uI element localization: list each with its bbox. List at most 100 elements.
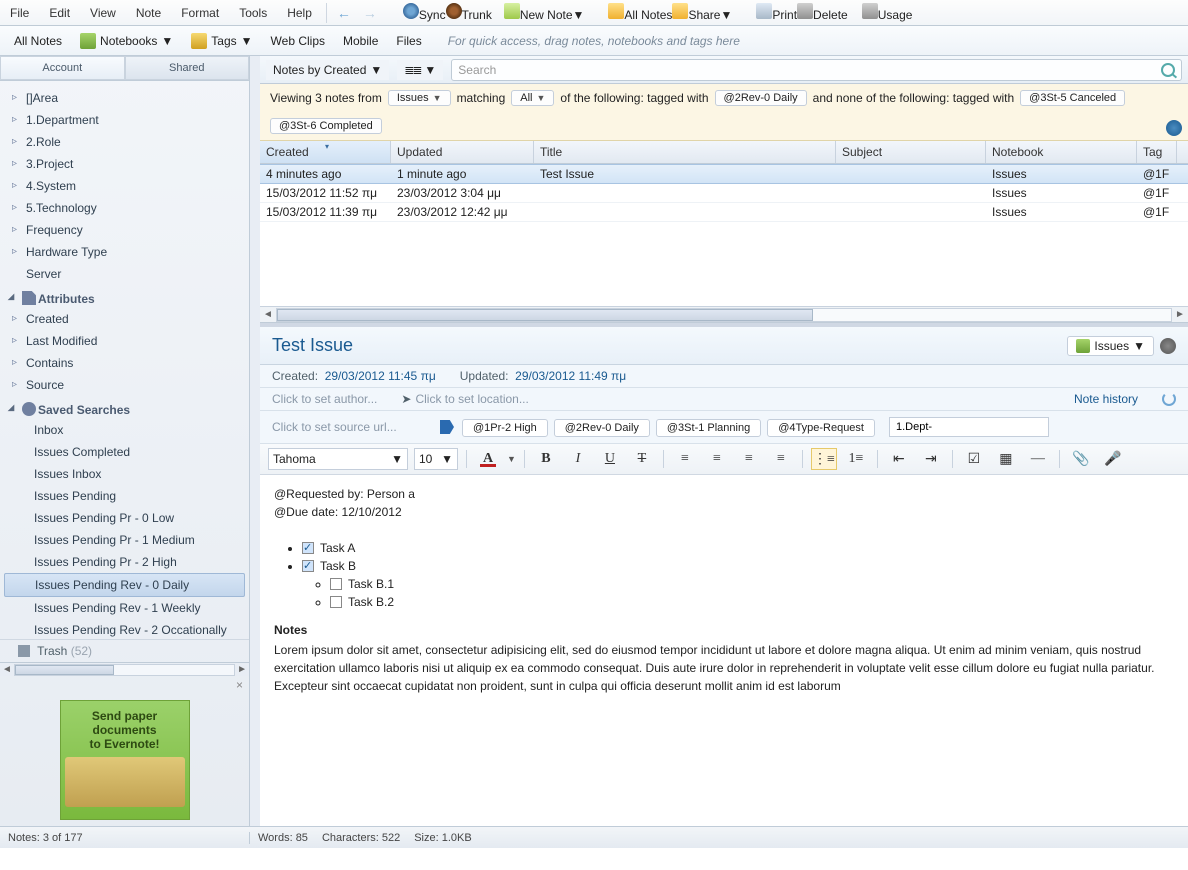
fav-webclips[interactable]: Web Clips xyxy=(265,30,331,52)
checkbox-button[interactable]: ☑ xyxy=(961,448,987,470)
author-field[interactable]: Click to set author... xyxy=(272,392,377,406)
strikethrough-button[interactable]: T xyxy=(629,448,655,470)
table-row[interactable]: 15/03/2012 11:52 πμ23/03/2012 3:04 μμIss… xyxy=(260,184,1188,203)
note-title[interactable]: Test Issue xyxy=(272,335,353,356)
align-center-button[interactable]: ≡ xyxy=(704,448,730,470)
fav-tags[interactable]: Tags▼ xyxy=(185,30,258,52)
note-tag-pill[interactable]: @3St-1 Planning xyxy=(656,419,761,437)
filter-tag-include[interactable]: @2Rev-0 Daily xyxy=(715,90,807,106)
table-row[interactable]: 15/03/2012 11:39 πμ23/03/2012 12:42 μμIs… xyxy=(260,203,1188,222)
nav-forward[interactable]: → xyxy=(357,5,383,21)
align-left-button[interactable]: ≡ xyxy=(672,448,698,470)
menu-tools[interactable]: Tools xyxy=(229,0,277,26)
usage-button[interactable]: Usage xyxy=(862,3,913,22)
menu-help[interactable]: Help xyxy=(277,0,322,26)
sidebar-item[interactable]: 3.Project xyxy=(4,153,245,175)
indent-button[interactable]: ⇥ xyxy=(918,448,944,470)
bold-button[interactable]: B xyxy=(533,448,559,470)
note-history-link[interactable]: Note history xyxy=(1074,392,1138,406)
font-family-select[interactable]: Tahoma▼ xyxy=(268,448,408,470)
sidebar-item[interactable]: 1.Department xyxy=(4,109,245,131)
location-field[interactable]: ➤Click to set location... xyxy=(401,392,528,406)
sidebar-item[interactable]: []Area xyxy=(4,87,245,109)
outdent-button[interactable]: ⇤ xyxy=(886,448,912,470)
hr-button[interactable]: — xyxy=(1025,448,1051,470)
filter-match-pill[interactable]: All▼ xyxy=(511,90,554,106)
menu-note[interactable]: Note xyxy=(126,0,171,26)
menu-file[interactable]: File xyxy=(0,0,39,26)
saved-search-item[interactable]: Issues Pending Rev - 0 Daily xyxy=(4,573,245,597)
checkbox-icon[interactable] xyxy=(302,560,314,572)
saved-search-item[interactable]: Issues Pending Pr - 2 High xyxy=(4,551,245,573)
table-button[interactable]: ▦ xyxy=(993,448,1019,470)
menu-format[interactable]: Format xyxy=(171,0,229,26)
notebook-selector[interactable]: Issues▼ xyxy=(1067,336,1154,356)
view-mode-dropdown[interactable]: ≣≣▼ xyxy=(397,60,443,80)
font-color-button[interactable]: A xyxy=(475,448,501,470)
checkbox-icon[interactable] xyxy=(330,578,342,590)
saved-search-item[interactable]: Issues Pending Pr - 0 Low xyxy=(4,507,245,529)
saved-search-item[interactable]: Inbox xyxy=(4,419,245,441)
sidebar-item[interactable]: 5.Technology xyxy=(4,197,245,219)
note-tag-pill[interactable]: @2Rev-0 Daily xyxy=(554,419,650,437)
source-url-field[interactable]: Click to set source url... xyxy=(272,420,432,434)
delete-button[interactable]: Delete xyxy=(797,3,848,22)
sidebar-item[interactable]: Last Modified xyxy=(4,330,245,352)
note-list-hscrollbar[interactable]: ◄► xyxy=(260,306,1188,322)
sidebar-item[interactable]: Frequency xyxy=(4,219,245,241)
sidebar-item[interactable]: 2.Role xyxy=(4,131,245,153)
tab-account[interactable]: Account xyxy=(0,56,125,80)
align-right-button[interactable]: ≡ xyxy=(736,448,762,470)
all-notes-button[interactable]: All Notes xyxy=(608,3,672,22)
fav-mobile[interactable]: Mobile xyxy=(337,30,384,52)
filter-notebook-pill[interactable]: Issues▼ xyxy=(388,90,451,106)
note-tag-pill[interactable]: @1Pr-2 High xyxy=(462,419,548,437)
promo-banner[interactable]: Send paper documents to Evernote! xyxy=(60,700,190,820)
share-button[interactable]: Share▼ xyxy=(672,3,732,22)
updated-value[interactable]: 29/03/2012 11:49 πμ xyxy=(515,369,626,383)
filter-tag-exclude-2[interactable]: @3St-6 Completed xyxy=(270,118,382,134)
scrollbar-thumb[interactable] xyxy=(15,665,114,675)
underline-button[interactable]: U xyxy=(597,448,623,470)
menu-view[interactable]: View xyxy=(80,0,126,26)
checkbox-icon[interactable] xyxy=(302,542,314,554)
number-list-button[interactable]: 1≡ xyxy=(843,448,869,470)
checkbox-icon[interactable] xyxy=(330,596,342,608)
col-subject[interactable]: Subject xyxy=(836,141,986,163)
col-created[interactable]: Created xyxy=(260,141,391,163)
col-updated[interactable]: Updated xyxy=(391,141,534,163)
search-input[interactable]: Search xyxy=(451,59,1182,81)
globe-icon[interactable] xyxy=(1160,338,1176,354)
tag-input[interactable] xyxy=(889,417,1049,437)
col-notebook[interactable]: Notebook xyxy=(986,141,1137,163)
sync-button[interactable]: Sync xyxy=(403,3,446,22)
saved-search-item[interactable]: Issues Pending Rev - 2 Occationally xyxy=(4,619,245,639)
trunk-button[interactable]: Trunk xyxy=(446,3,492,22)
italic-button[interactable]: I xyxy=(565,448,591,470)
menu-edit[interactable]: Edit xyxy=(39,0,80,26)
sidebar-item[interactable]: Hardware Type xyxy=(4,241,245,263)
table-row[interactable]: 4 minutes ago1 minute agoTest IssueIssue… xyxy=(260,164,1188,184)
new-note-button[interactable]: New Note▼ xyxy=(504,3,585,22)
sidebar-item[interactable]: Server xyxy=(4,263,245,285)
attributes-section[interactable]: Attributes xyxy=(4,285,245,308)
audio-button[interactable]: 🎤 xyxy=(1100,448,1126,470)
fav-files[interactable]: Files xyxy=(390,30,427,52)
saved-search-item[interactable]: Issues Pending Pr - 1 Medium xyxy=(4,529,245,551)
created-value[interactable]: 29/03/2012 11:45 πμ xyxy=(325,369,436,383)
sidebar-hscrollbar[interactable]: ◄► xyxy=(0,662,249,676)
saved-search-item[interactable]: Issues Pending Rev - 1 Weekly xyxy=(4,597,245,619)
trash-item[interactable]: Trash (52) xyxy=(0,639,249,662)
sidebar-item[interactable]: Source xyxy=(4,374,245,396)
bullet-list-button[interactable]: ⋮≡ xyxy=(811,448,837,470)
scrollbar-thumb[interactable] xyxy=(277,309,813,321)
sidebar-item[interactable]: 4.System xyxy=(4,175,245,197)
promo-close[interactable]: × xyxy=(0,676,249,694)
fav-all-notes[interactable]: All Notes xyxy=(8,30,68,52)
sidebar-item[interactable]: Created xyxy=(4,308,245,330)
align-justify-button[interactable]: ≡ xyxy=(768,448,794,470)
saved-search-item[interactable]: Issues Pending xyxy=(4,485,245,507)
print-button[interactable]: Print xyxy=(756,3,797,22)
note-tag-pill[interactable]: @4Type-Request xyxy=(767,419,875,437)
filter-tag-exclude-1[interactable]: @3St-5 Canceled xyxy=(1020,90,1125,106)
